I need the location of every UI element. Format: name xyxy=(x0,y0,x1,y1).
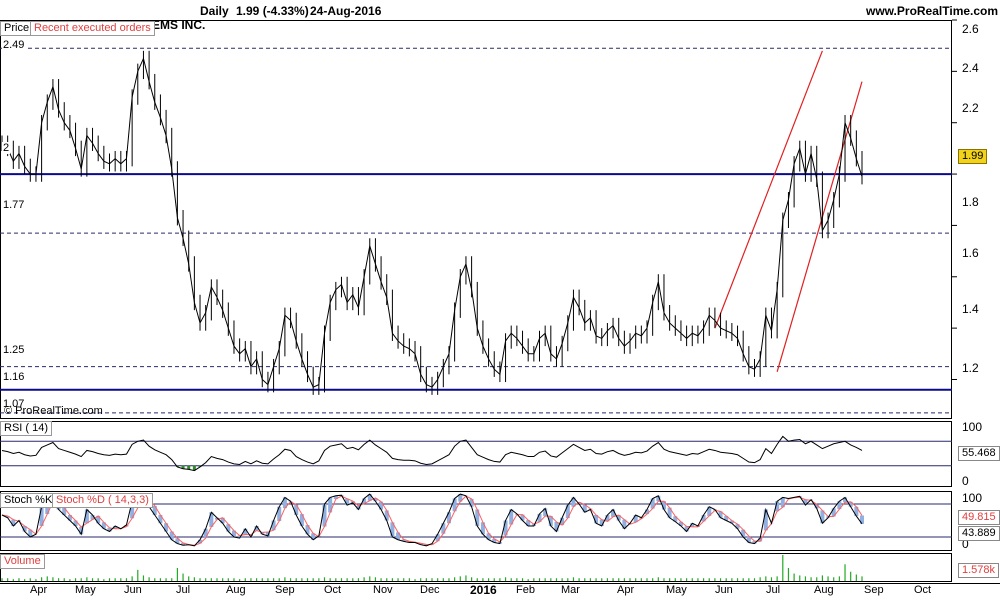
stoch-d-label[interactable]: Stoch %D ( 14,3,3) xyxy=(52,493,153,508)
volume-value-box: 1.578k xyxy=(958,563,1000,578)
price-tab-label: Price xyxy=(4,22,30,34)
recent-orders-label: Recent executed orders xyxy=(34,22,151,34)
level-label: 1.16 xyxy=(2,371,26,383)
x-tick-label-year: 2016 xyxy=(470,583,497,597)
y-tick: 1.2 xyxy=(962,361,979,375)
rsi-label[interactable]: RSI ( 14) xyxy=(0,421,53,436)
x-tick-label: Apr xyxy=(617,584,635,596)
stoch-d-label-text: Stoch %D ( 14,3,3) xyxy=(56,494,149,506)
rsi-tick-0: 0 xyxy=(962,474,969,488)
stoch-d-value-box: 49.815 xyxy=(958,510,1000,525)
rsi-value-box: 55.468 xyxy=(958,446,1000,461)
level-label: 1.25 xyxy=(2,344,26,356)
level-label: 2 xyxy=(2,142,11,154)
price-tab[interactable]: Price xyxy=(0,21,34,36)
x-tick-label: Sep xyxy=(864,584,884,596)
x-tick-label: Oct xyxy=(324,584,342,596)
x-tick-label: May xyxy=(75,584,96,596)
watermark: © ProRealTime.com xyxy=(4,405,103,417)
stoch-k-value-box: 43.889 xyxy=(958,526,1000,541)
last-price-box: 1.99 xyxy=(958,149,988,164)
x-tick-label: Jun xyxy=(124,584,142,596)
panel-border xyxy=(0,20,952,419)
volume-series xyxy=(1,555,863,581)
y-tick: 2.6 xyxy=(962,22,979,36)
x-tick-label: Aug xyxy=(226,584,246,596)
price-change: 1.99 (-4.33%) xyxy=(236,4,309,18)
rsi-series xyxy=(0,435,952,472)
x-tick-label: Oct xyxy=(914,584,932,596)
x-tick-label: Sep xyxy=(275,584,295,596)
y-tick: 1.8 xyxy=(962,195,979,209)
recent-orders-tab[interactable]: Recent executed orders xyxy=(30,21,155,36)
chart-window: { "header": { "company": "BALLARD POWER … xyxy=(0,0,1000,600)
x-tick-label: Aug xyxy=(814,584,834,596)
volume-label[interactable]: Volume xyxy=(0,554,45,569)
rsi-tick-100: 100 xyxy=(962,420,983,434)
site-url[interactable]: www.ProRealTime.com xyxy=(866,4,998,18)
stoch-tick-100: 100 xyxy=(962,491,983,505)
header-date: 24-Aug-2016 xyxy=(310,4,382,18)
x-tick-label: Jul xyxy=(766,584,781,596)
y-tick: 1.4 xyxy=(962,302,979,316)
x-tick-label: Feb xyxy=(516,584,535,596)
x-tick-label: Jul xyxy=(176,584,191,596)
x-tick-label: Jun xyxy=(715,584,733,596)
channel-line xyxy=(776,81,863,372)
x-tick-label: Apr xyxy=(30,584,48,596)
stoch-k-label[interactable]: Stoch %K xyxy=(0,493,57,508)
price-series xyxy=(0,47,952,414)
period-label: Daily xyxy=(200,4,229,18)
chart-canvas xyxy=(0,19,1000,584)
y-tick: 2.2 xyxy=(962,101,979,115)
volume-label-text: Volume xyxy=(4,555,41,567)
x-tick-label: Nov xyxy=(373,584,393,596)
y-tick: 2.4 xyxy=(962,61,979,75)
x-tick-label: Mar xyxy=(561,584,580,596)
price-line xyxy=(1,56,863,388)
level-label: 2.49 xyxy=(2,39,26,51)
x-tick-label: May xyxy=(666,584,687,596)
channel-line xyxy=(714,50,823,329)
panel-border xyxy=(0,421,952,487)
x-tick-label: Dec xyxy=(420,584,440,596)
y-tick: 1.6 xyxy=(962,246,979,260)
level-label: 1.77 xyxy=(2,199,26,211)
